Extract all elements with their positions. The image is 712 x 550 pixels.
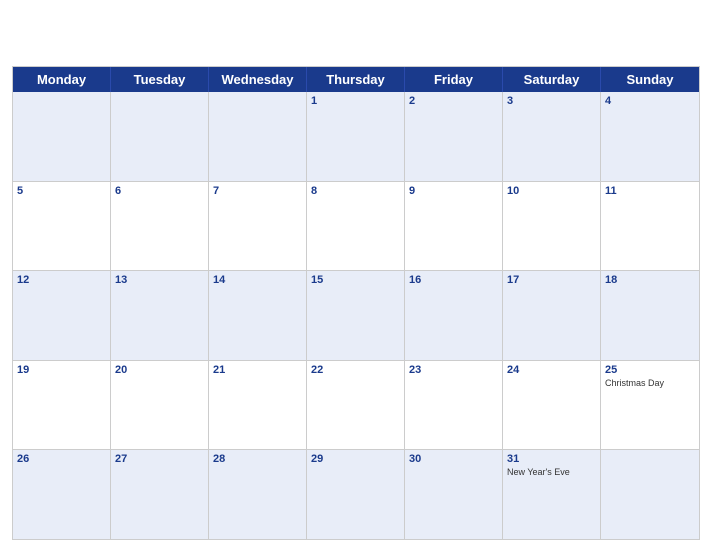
day-cell: 27 [111,450,209,539]
day-headers-row: MondayTuesdayWednesdayThursdayFridaySatu… [13,67,699,92]
day-cell: 28 [209,450,307,539]
day-cell: 17 [503,271,601,360]
day-number: 11 [605,185,695,197]
day-cell: 10 [503,182,601,271]
day-cell: 23 [405,361,503,450]
day-number: 10 [507,185,596,197]
day-number: 19 [17,364,106,376]
day-number: 12 [17,274,106,286]
day-number: 1 [311,95,400,107]
day-number: 15 [311,274,400,286]
day-number: 17 [507,274,596,286]
day-number: 30 [409,453,498,465]
day-cell: 11 [601,182,699,271]
day-cell: 18 [601,271,699,360]
week-row-1: 1234 [13,92,699,181]
day-number: 22 [311,364,400,376]
day-number: 26 [17,453,106,465]
day-cell: 8 [307,182,405,271]
day-number: 3 [507,95,596,107]
day-cell: 1 [307,92,405,181]
day-cell: 22 [307,361,405,450]
day-header-wednesday: Wednesday [209,67,307,92]
day-number: 31 [507,453,596,465]
day-cell [111,92,209,181]
day-number: 8 [311,185,400,197]
day-cell: 21 [209,361,307,450]
day-number: 28 [213,453,302,465]
day-cell [13,92,111,181]
day-cell: 4 [601,92,699,181]
day-cell: 16 [405,271,503,360]
day-number: 20 [115,364,204,376]
weeks-container: 1234567891011121314151617181920212223242… [13,92,699,539]
day-header-saturday: Saturday [503,67,601,92]
calendar-header [12,10,700,60]
day-cell: 14 [209,271,307,360]
week-row-4: 19 20 21 22 23 24 25 Christmas Day [13,360,699,450]
day-number: 4 [605,95,695,107]
day-header-friday: Friday [405,67,503,92]
day-number: 9 [409,185,498,197]
day-cell: 25 Christmas Day [601,361,699,450]
day-cell: 15 [307,271,405,360]
day-number: 23 [409,364,498,376]
day-cell: 30 [405,450,503,539]
day-cell: 24 [503,361,601,450]
week-row-3: 12 13 14 15 16 17 18 [13,270,699,360]
day-header-sunday: Sunday [601,67,699,92]
day-cell: 5 [13,182,111,271]
week-row-5: 26 27 28 29 30 31 New Year's Eve [13,449,699,539]
day-number: 25 [605,364,695,376]
day-number: 16 [409,274,498,286]
calendar-page: MondayTuesdayWednesdayThursdayFridaySatu… [0,0,712,550]
day-number: 18 [605,274,695,286]
day-cell: 19 [13,361,111,450]
day-header-tuesday: Tuesday [111,67,209,92]
holiday-label: Christmas Day [605,378,695,389]
day-number: 24 [507,364,596,376]
day-number: 21 [213,364,302,376]
holiday-label: New Year's Eve [507,467,596,478]
day-cell: 2 [405,92,503,181]
day-header-monday: Monday [13,67,111,92]
day-cell: 3 [503,92,601,181]
day-cell [209,92,307,181]
day-cell: 31 New Year's Eve [503,450,601,539]
day-number: 2 [409,95,498,107]
day-cell: 6 [111,182,209,271]
day-cell: 13 [111,271,209,360]
day-number: 14 [213,274,302,286]
day-cell: 29 [307,450,405,539]
day-number: 5 [17,185,106,197]
day-number: 7 [213,185,302,197]
week-row-2: 56789 10 11 [13,181,699,271]
day-cell: 20 [111,361,209,450]
day-number: 6 [115,185,204,197]
day-cell: 26 [13,450,111,539]
day-cell [601,450,699,539]
day-cell: 9 [405,182,503,271]
day-header-thursday: Thursday [307,67,405,92]
day-number: 27 [115,453,204,465]
day-number: 13 [115,274,204,286]
calendar-grid: MondayTuesdayWednesdayThursdayFridaySatu… [12,66,700,540]
day-number: 29 [311,453,400,465]
day-cell: 12 [13,271,111,360]
day-cell: 7 [209,182,307,271]
